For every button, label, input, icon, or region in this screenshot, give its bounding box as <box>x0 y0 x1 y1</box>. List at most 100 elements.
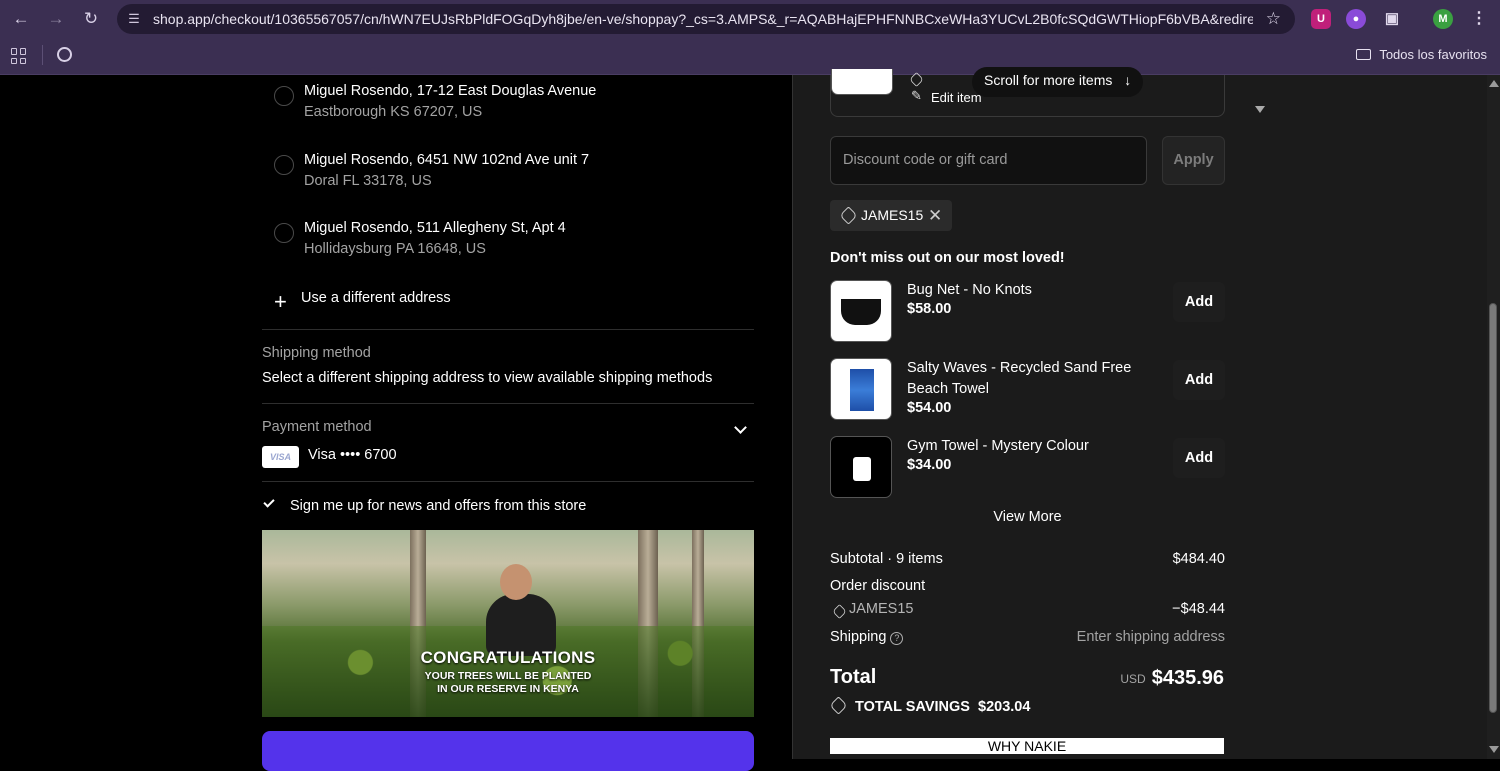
applied-discount-code: JAMES15 <box>861 207 924 223</box>
all-bookmarks-button[interactable]: Todos los favoritos <box>1356 47 1487 62</box>
discount-code-input[interactable]: Discount code or gift card <box>830 136 1147 185</box>
cart-list-scrollbar[interactable] <box>1255 75 1265 117</box>
tag-icon <box>832 604 847 619</box>
subtotal-value: $484.40 <box>1172 551 1225 567</box>
gym-towel-image <box>853 457 871 481</box>
plus-icon[interactable]: + <box>274 291 287 313</box>
visa-card-icon: VISA <box>262 446 299 468</box>
forward-icon[interactable]: → <box>45 8 67 30</box>
reload-icon[interactable]: ↻ <box>80 8 102 30</box>
extension-ai-icon[interactable]: ● <box>1346 9 1366 29</box>
bookmarks-bar <box>0 37 1500 75</box>
address-radio[interactable] <box>274 155 294 175</box>
product-name: Salty Waves - Recycled Sand Free Beach T… <box>907 360 1132 397</box>
globe-icon[interactable] <box>57 47 72 62</box>
upsell-product: Bug Net - No Knots $58.00 Add <box>830 280 1225 344</box>
pay-now-button[interactable] <box>262 731 754 771</box>
address-line1: Miguel Rosendo, 17-12 East Douglas Avenu… <box>304 83 597 99</box>
upsell-product: Salty Waves - Recycled Sand Free Beach T… <box>830 358 1225 422</box>
product-price: $58.00 <box>907 301 952 317</box>
divider <box>262 481 754 482</box>
total-currency: USD <box>1120 672 1146 686</box>
apply-discount-button[interactable]: Apply <box>1162 136 1225 185</box>
address-radio[interactable] <box>274 86 294 106</box>
browser-toolbar: ← → ↻ ☰ shop.app/checkout/10365567057/cn… <box>0 0 1500 37</box>
add-product-button[interactable]: Add <box>1173 282 1225 322</box>
order-discount-row: Order discount <box>830 578 1225 594</box>
banner-person <box>486 594 556 656</box>
view-more-button[interactable]: View More <box>830 509 1225 525</box>
shipping-label: Shipping <box>830 629 887 645</box>
tag-icon <box>839 206 858 225</box>
arrow-down-icon: ↓ <box>1124 72 1132 88</box>
line-item-thumbnail <box>831 69 893 95</box>
chevron-down-icon[interactable] <box>734 421 747 434</box>
page-scrollbar[interactable] <box>1487 75 1500 759</box>
scrollbar-thumb[interactable] <box>1489 303 1497 713</box>
bookmark-star-icon[interactable]: ☆ <box>1266 9 1281 29</box>
site-settings-icon[interactable]: ☰ <box>125 10 143 28</box>
savings-label: TOTAL SAVINGS <box>855 699 970 715</box>
use-different-address-button[interactable]: Use a different address <box>301 290 451 306</box>
extensions-puzzle-icon[interactable]: ▣ <box>1382 9 1402 29</box>
add-product-button[interactable]: Add <box>1173 438 1225 478</box>
bug-net-image <box>841 299 881 325</box>
profile-avatar[interactable]: M <box>1433 9 1453 29</box>
address-line1: Miguel Rosendo, 511 Allegheny St, Apt 4 <box>304 220 566 236</box>
add-product-button[interactable]: Add <box>1173 360 1225 400</box>
newsletter-label[interactable]: Sign me up for news and offers from this… <box>290 498 586 514</box>
discount-value: −$48.44 <box>1172 601 1225 617</box>
shipping-row: Shipping? Enter shipping address <box>830 629 1225 645</box>
order-discount-label: Order discount <box>830 578 926 594</box>
payment-card-label[interactable]: Visa •••• 6700 <box>308 447 397 463</box>
newsletter-checkbox[interactable] <box>263 496 275 508</box>
payment-method-heading: Payment method <box>262 419 372 435</box>
bookmarks-divider <box>42 45 43 65</box>
all-bookmarks-label: Todos los favoritos <box>1379 47 1487 62</box>
address-line2: Doral FL 33178, US <box>304 173 432 189</box>
banner-line2: IN OUR RESERVE IN KENYA <box>437 683 579 695</box>
banner-line1: YOUR TREES WILL BE PLANTED <box>424 670 592 682</box>
savings-value: $203.04 <box>978 699 1031 715</box>
url-text[interactable]: shop.app/checkout/10365567057/cn/hWN7EUJ… <box>153 11 1253 27</box>
product-thumbnail <box>830 280 892 342</box>
divider <box>262 329 754 330</box>
divider <box>262 403 754 404</box>
product-name: Bug Net - No Knots <box>907 282 1032 298</box>
scroll-down-arrow[interactable] <box>1489 746 1499 753</box>
address-bar[interactable]: ☰ shop.app/checkout/10365567057/cn/hWN7E… <box>117 4 1295 34</box>
scroll-up-arrow[interactable] <box>1489 80 1499 87</box>
apps-grid-icon[interactable] <box>11 48 27 64</box>
browser-menu-icon[interactable]: ⋮ <box>1469 9 1489 29</box>
back-icon[interactable]: ← <box>10 8 32 30</box>
upsell-product: Gym Towel - Mystery Colour $34.00 Add <box>830 436 1225 500</box>
subtotal-row: Subtotal · 9 items $484.40 <box>830 551 1225 567</box>
address-line1: Miguel Rosendo, 6451 NW 102nd Ave unit 7 <box>304 152 590 168</box>
order-summary: ✎ Edit item Scroll for more items ↓ Disc… <box>792 67 1487 759</box>
product-price: $34.00 <box>907 457 952 473</box>
subtotal-label: Subtotal · 9 items <box>830 551 943 567</box>
why-nakie-banner: WHY NAKIE <box>830 738 1224 754</box>
checkout-main: Miguel Rosendo, 17-12 East Douglas Avenu… <box>0 75 792 771</box>
shipping-method-message: Select a different shipping address to v… <box>262 370 713 386</box>
edit-item-link[interactable]: Edit item <box>931 90 982 105</box>
shipping-value: Enter shipping address <box>1076 629 1225 645</box>
help-icon[interactable]: ? <box>890 632 904 645</box>
applied-discount-chip: JAMES15 ✕ <box>830 200 952 231</box>
upsell-heading: Don't miss out on our most loved! <box>830 250 1065 266</box>
product-price: $54.00 <box>907 400 952 416</box>
scroll-down-arrow[interactable] <box>1255 106 1265 113</box>
tag-icon <box>909 72 924 87</box>
address-radio[interactable] <box>274 223 294 243</box>
total-amount: USD $435.96 <box>1120 667 1224 690</box>
scroll-hint-pill[interactable]: Scroll for more items ↓ <box>972 67 1144 97</box>
total-label: Total <box>830 666 877 688</box>
pencil-icon: ✎ <box>911 88 922 103</box>
banner-person-head <box>500 564 532 600</box>
shipping-method-heading: Shipping method <box>262 345 371 361</box>
extension-shield-icon[interactable]: U <box>1311 9 1331 29</box>
scroll-hint-label: Scroll for more items <box>984 72 1113 88</box>
total-value: $435.96 <box>1151 667 1224 689</box>
remove-discount-icon[interactable]: ✕ <box>928 200 942 231</box>
banner-subtitle: YOUR TREES WILL BE PLANTED IN OUR RESERVE… <box>262 670 754 696</box>
